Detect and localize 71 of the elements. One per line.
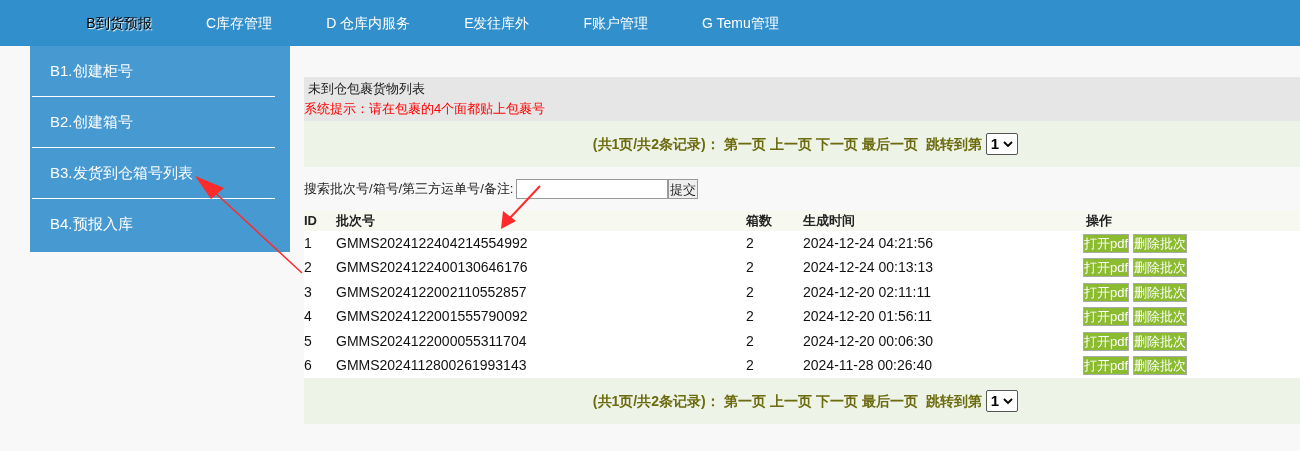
- table-cell-text: 2024-12-20 01:56:11: [803, 307, 933, 327]
- page-select[interactable]: 1: [985, 133, 1018, 155]
- jump-label: 跳转到第: [925, 391, 982, 411]
- column-header: ID: [304, 212, 318, 231]
- submit-button[interactable]: 提交: [668, 179, 699, 199]
- nav-tab[interactable]: C库存管理: [179, 12, 300, 34]
- table-cell-text: GMMS2024122400130646176: [336, 258, 529, 278]
- pager-link[interactable]: 第一页: [723, 133, 766, 155]
- action-button[interactable]: 删除批次: [1133, 307, 1188, 327]
- pager-link[interactable]: 下一页: [815, 133, 858, 155]
- pager-link[interactable]: 最后一页: [861, 390, 918, 412]
- table-cell-text: GMMS2024122404214554992: [336, 233, 529, 253]
- system-notice: 系统提示：请在包裹的4个面都贴上包裹号: [304, 99, 547, 118]
- submenu-item[interactable]: B1.创建柜号: [32, 46, 275, 97]
- chevron-down-icon: [1003, 397, 1013, 405]
- table-cell-text: 2024-12-24 04:21:56: [803, 233, 934, 253]
- action-button[interactable]: 删除批次: [1133, 233, 1188, 253]
- table-cell-text: 2: [746, 233, 755, 253]
- table-cell-text: 2024-12-24 00:13:13: [803, 258, 934, 278]
- pager-link[interactable]: 最后一页: [861, 133, 918, 155]
- table-cell-text: 6: [304, 356, 313, 376]
- table-cell-text: GMMS2024122000055311704: [336, 331, 528, 351]
- nav-tab[interactable]: E发往库外: [437, 12, 557, 34]
- pager-link[interactable]: 上一页: [769, 390, 812, 412]
- search-field[interactable]: [516, 179, 669, 199]
- table-cell-text: 2024-12-20 02:11:11: [803, 282, 932, 302]
- jump-label: 跳转到第: [925, 134, 982, 154]
- table-cell-text: 2: [746, 356, 755, 376]
- column-header: 批次号: [336, 212, 376, 231]
- table-cell-text: 2: [746, 282, 755, 302]
- action-button[interactable]: 删除批次: [1133, 356, 1188, 376]
- table-cell-text: 2: [746, 331, 755, 351]
- table-cell-text: 2: [746, 258, 755, 278]
- table-cell-text: 5: [304, 331, 313, 351]
- page-select[interactable]: 1: [985, 390, 1018, 412]
- action-button[interactable]: 打开pdf: [1083, 282, 1130, 302]
- table-cell-text: 2: [304, 258, 313, 278]
- nav-tab[interactable]: D 仓库内服务: [299, 12, 438, 34]
- action-button[interactable]: 删除批次: [1133, 258, 1188, 278]
- pager-summary: (共1页/共2条记录)：: [592, 391, 720, 411]
- table-cell-text: 2024-11-28 00:26:40: [803, 356, 933, 376]
- action-button[interactable]: 打开pdf: [1083, 331, 1130, 351]
- action-button[interactable]: 删除批次: [1133, 331, 1188, 351]
- table-cell-text: 1: [304, 233, 313, 253]
- nav-tab[interactable]: B到货预报: [59, 12, 179, 34]
- pager-link[interactable]: 上一页: [769, 133, 812, 155]
- action-button[interactable]: 打开pdf: [1083, 258, 1130, 278]
- table-cell-text: 2024-12-20 00:06:30: [803, 331, 934, 351]
- panel-title: 未到仓包裹货物列表: [308, 80, 426, 98]
- table-cell-text: GMMS2024112800261993143: [336, 356, 528, 376]
- action-button[interactable]: 打开pdf: [1083, 356, 1130, 376]
- table-cell-text: 4: [304, 307, 313, 327]
- column-header: 箱数: [746, 212, 773, 231]
- pager-link[interactable]: 下一页: [815, 390, 858, 412]
- table-cell-text: 2: [746, 307, 755, 327]
- pager-link[interactable]: 第一页: [723, 390, 766, 412]
- nav-tab[interactable]: F账户管理: [556, 12, 676, 34]
- action-button[interactable]: 打开pdf: [1083, 307, 1130, 327]
- table-cell-text: 3: [304, 282, 313, 302]
- nav-tab[interactable]: G Temu管理: [675, 12, 806, 34]
- table-cell-text: GMMS2024122002110552857: [336, 282, 528, 302]
- submenu-item[interactable]: B4.预报入库: [32, 199, 275, 250]
- table-cell-text: GMMS2024122001555790092: [336, 307, 529, 327]
- column-header: 生成时间: [803, 212, 856, 231]
- action-button[interactable]: 删除批次: [1133, 282, 1188, 302]
- submenu-item[interactable]: B2.创建箱号: [32, 97, 275, 148]
- search-label: 搜索批次号/箱号/第三方运单号/备注:: [304, 180, 514, 199]
- action-button[interactable]: 打开pdf: [1083, 233, 1130, 253]
- chevron-down-icon: [1003, 140, 1013, 148]
- column-header: 操作: [1085, 212, 1113, 231]
- pager-summary: (共1页/共2条记录)：: [592, 134, 720, 154]
